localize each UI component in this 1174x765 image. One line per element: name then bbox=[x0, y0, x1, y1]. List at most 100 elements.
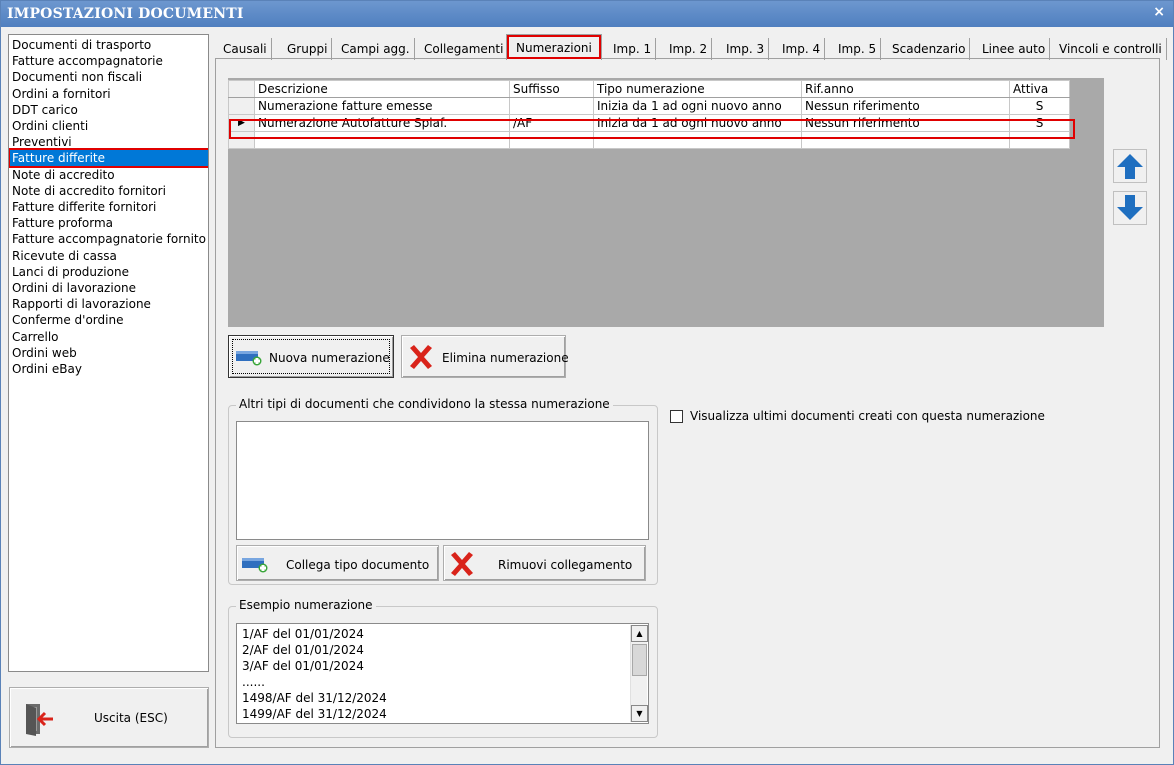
doc-type-item[interactable]: Ordini eBay bbox=[10, 361, 208, 377]
grid-cell[interactable]: /AF bbox=[509, 114, 594, 132]
grid-column-header[interactable]: Suffisso bbox=[509, 80, 594, 98]
doc-type-item[interactable]: Fatture accompagnatorie fornito bbox=[10, 231, 208, 247]
shared-doc-types-legend: Altri tipi di documenti che condividono … bbox=[236, 397, 613, 411]
shared-doc-types-list[interactable] bbox=[236, 421, 649, 540]
doc-type-item[interactable]: Carrello bbox=[10, 329, 208, 345]
tab-imp-3[interactable]: Imp. 3 bbox=[722, 38, 770, 60]
example-line: 1/AF del 01/01/2024 bbox=[242, 627, 364, 641]
grid-cell[interactable] bbox=[801, 131, 1010, 149]
example-line: 1498/AF del 31/12/2024 bbox=[242, 691, 387, 705]
remove-link-label: Rimuovi collegamento bbox=[498, 558, 633, 572]
row-indicator[interactable] bbox=[228, 131, 255, 149]
example-line: 1499/AF del 31/12/2024 bbox=[242, 707, 387, 721]
grid-cell[interactable] bbox=[509, 131, 594, 149]
grid-cell[interactable]: Numerazione Autofatture Splaf. bbox=[254, 114, 510, 132]
doc-type-item[interactable]: Conferme d'ordine bbox=[10, 312, 208, 328]
tab-imp-2[interactable]: Imp. 2 bbox=[665, 38, 713, 60]
doc-type-item[interactable]: Documenti di trasporto bbox=[10, 37, 208, 53]
doc-type-item[interactable]: Rapporti di lavorazione bbox=[10, 296, 208, 312]
new-numbering-button[interactable]: Nuova numerazione bbox=[228, 335, 394, 378]
grid-cell[interactable] bbox=[593, 131, 802, 149]
add-document-icon bbox=[236, 351, 262, 366]
grid-cell[interactable]: S bbox=[1009, 97, 1070, 115]
doc-type-item[interactable]: Fatture proforma bbox=[10, 215, 208, 231]
show-latest-docs-checkbox[interactable] bbox=[670, 410, 683, 423]
tab-imp-1[interactable]: Imp. 1 bbox=[609, 38, 657, 60]
window-title: IMPOSTAZIONI DOCUMENTI bbox=[7, 6, 244, 22]
doc-type-item[interactable]: Note di accredito fornitori bbox=[10, 183, 208, 199]
doc-type-item[interactable]: Lanci di produzione bbox=[10, 264, 208, 280]
doc-type-item[interactable]: DDT carico bbox=[10, 102, 208, 118]
doc-type-item[interactable]: Fatture differite fornitori bbox=[10, 199, 208, 215]
arrow-up-icon bbox=[1117, 154, 1143, 179]
doc-type-item[interactable]: Documenti non fiscali bbox=[10, 69, 208, 85]
grid-new-row[interactable] bbox=[228, 131, 1070, 149]
doc-type-item[interactable]: Ricevute di cassa bbox=[10, 248, 208, 264]
grid-cell[interactable]: Numerazione fatture emesse bbox=[254, 97, 510, 115]
delete-numbering-label: Elimina numerazione bbox=[442, 351, 569, 365]
document-type-list[interactable]: Documenti di trasporto Fatture accompagna… bbox=[8, 34, 209, 672]
scroll-up-icon[interactable]: ▲ bbox=[631, 625, 648, 642]
grid-row[interactable]: ▶ Numerazione Autofatture Splaf./AF Inizia… bbox=[228, 114, 1070, 132]
doc-type-item[interactable]: Fatture differite bbox=[9, 148, 208, 169]
example-numbering-list[interactable]: ▲ ▼ 1/AF del 01/01/2024 2/AF del 01/01/20… bbox=[236, 623, 649, 724]
grid-cell[interactable]: S bbox=[1009, 114, 1070, 132]
example-line: ...... bbox=[242, 675, 265, 689]
grid-column-header[interactable]: Descrizione bbox=[254, 80, 510, 98]
move-up-button[interactable] bbox=[1113, 149, 1147, 183]
doc-type-item[interactable]: Note di accredito bbox=[10, 167, 208, 183]
grid-cell[interactable] bbox=[1009, 131, 1070, 149]
remove-link-button[interactable]: Rimuovi collegamento bbox=[443, 545, 646, 581]
exit-door-icon bbox=[20, 701, 56, 740]
exit-button[interactable]: Uscita (ESC) bbox=[9, 687, 209, 748]
doc-type-item[interactable]: Ordini di lavorazione bbox=[10, 280, 208, 296]
tab-gruppi[interactable]: Gruppi bbox=[283, 38, 333, 60]
doc-type-item[interactable]: Ordini web bbox=[10, 345, 208, 361]
exit-button-label: Uscita (ESC) bbox=[94, 711, 168, 725]
tab-imp-5[interactable]: Imp. 5 bbox=[834, 38, 882, 60]
row-indicator[interactable]: ▶ bbox=[228, 114, 255, 132]
example-numbering-legend: Esempio numerazione bbox=[236, 598, 376, 612]
close-icon[interactable]: × bbox=[1153, 4, 1165, 20]
example-line: 3/AF del 01/01/2024 bbox=[242, 659, 364, 673]
grid-column-header[interactable]: Attiva bbox=[1009, 80, 1070, 98]
doc-type-item[interactable]: Ordini a fornitori bbox=[10, 86, 208, 102]
title-bar: IMPOSTAZIONI DOCUMENTI × bbox=[1, 1, 1173, 27]
link-doc-type-label: Collega tipo documento bbox=[286, 558, 430, 572]
grid-cell[interactable]: Inizia da 1 ad ogni nuovo anno bbox=[593, 114, 802, 132]
arrow-down-icon bbox=[1117, 195, 1143, 220]
grid-corner bbox=[228, 80, 255, 98]
grid-column-header[interactable]: Rif.anno bbox=[801, 80, 1010, 98]
grid-cell[interactable]: Nessun riferimento bbox=[801, 97, 1010, 115]
tab-linee-auto[interactable]: Linee auto bbox=[978, 38, 1051, 60]
tab-vincoli-e-controlli[interactable]: Vincoli e controlli bbox=[1055, 38, 1167, 60]
grid-column-header[interactable]: Tipo numerazione bbox=[593, 80, 802, 98]
show-latest-docs-label: Visualizza ultimi documenti creati con q… bbox=[690, 409, 1045, 423]
delete-numbering-button[interactable]: Elimina numerazione bbox=[401, 335, 569, 378]
scroll-thumb[interactable] bbox=[632, 644, 647, 676]
scroll-down-icon[interactable]: ▼ bbox=[631, 705, 648, 722]
doc-type-item[interactable]: Preventivi bbox=[10, 134, 208, 150]
numbering-grid[interactable]: Descrizione Suffisso Tipo numerazione Rif.a… bbox=[228, 80, 1070, 149]
row-indicator[interactable] bbox=[228, 97, 255, 115]
doc-type-item[interactable]: Ordini clienti bbox=[10, 118, 208, 134]
example-line: 2/AF del 01/01/2024 bbox=[242, 643, 364, 657]
grid-cell[interactable]: Inizia da 1 ad ogni nuovo anno bbox=[593, 97, 802, 115]
tab-campi-agg[interactable]: Campi agg. bbox=[337, 38, 415, 60]
tab-numerazioni[interactable]: Numerazioni bbox=[506, 34, 602, 60]
link-doc-type-button[interactable]: Collega tipo documento bbox=[236, 545, 439, 581]
grid-cell[interactable] bbox=[254, 131, 510, 149]
tab-causali[interactable]: Causali bbox=[219, 38, 272, 60]
tab-collegamenti[interactable]: Collegamenti bbox=[420, 38, 509, 60]
tab-imp-4[interactable]: Imp. 4 bbox=[778, 38, 826, 60]
grid-row[interactable]: Numerazione fatture emesse Inizia da 1 ad… bbox=[228, 97, 1070, 115]
move-down-button[interactable] bbox=[1113, 191, 1147, 225]
example-scrollbar[interactable]: ▲ ▼ bbox=[630, 625, 648, 722]
delete-x-icon bbox=[451, 552, 473, 576]
add-document-icon bbox=[242, 558, 268, 573]
grid-cell[interactable] bbox=[509, 97, 594, 115]
doc-type-item[interactable]: Fatture accompagnatorie bbox=[10, 53, 208, 69]
settings-window: IMPOSTAZIONI DOCUMENTI × Documenti di tr… bbox=[0, 0, 1174, 765]
tab-scadenzario[interactable]: Scadenzario bbox=[888, 38, 971, 60]
grid-cell[interactable]: Nessun riferimento bbox=[801, 114, 1010, 132]
